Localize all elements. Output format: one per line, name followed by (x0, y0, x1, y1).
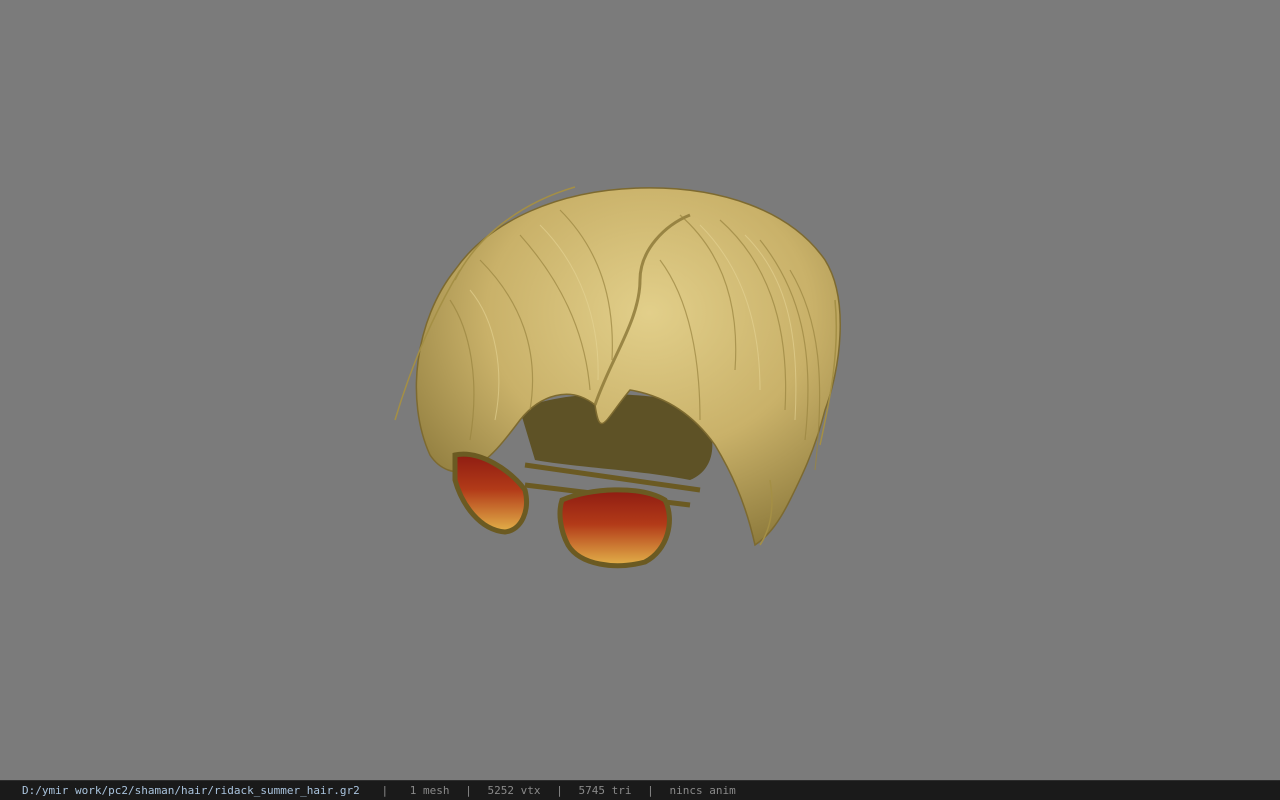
separator: | (647, 784, 654, 797)
separator: | (381, 784, 389, 797)
vertex-count: 5252 vtx (487, 784, 541, 797)
status-bar: D:/ymir work/pc2/shaman/hair/ridack_summ… (0, 780, 1280, 800)
mesh-count: 1 mesh (409, 784, 450, 797)
file-path: D:/ymir work/pc2/shaman/hair/ridack_summ… (22, 784, 360, 797)
3d-viewport[interactable] (0, 0, 1280, 780)
animation-status: nincs anim (669, 784, 736, 797)
right-lens (557, 487, 672, 569)
triangle-count: 5745 tri (578, 784, 632, 797)
hair-model-render (394, 186, 841, 569)
separator: | (465, 784, 472, 797)
separator: | (556, 784, 563, 797)
left-lens (452, 451, 529, 535)
